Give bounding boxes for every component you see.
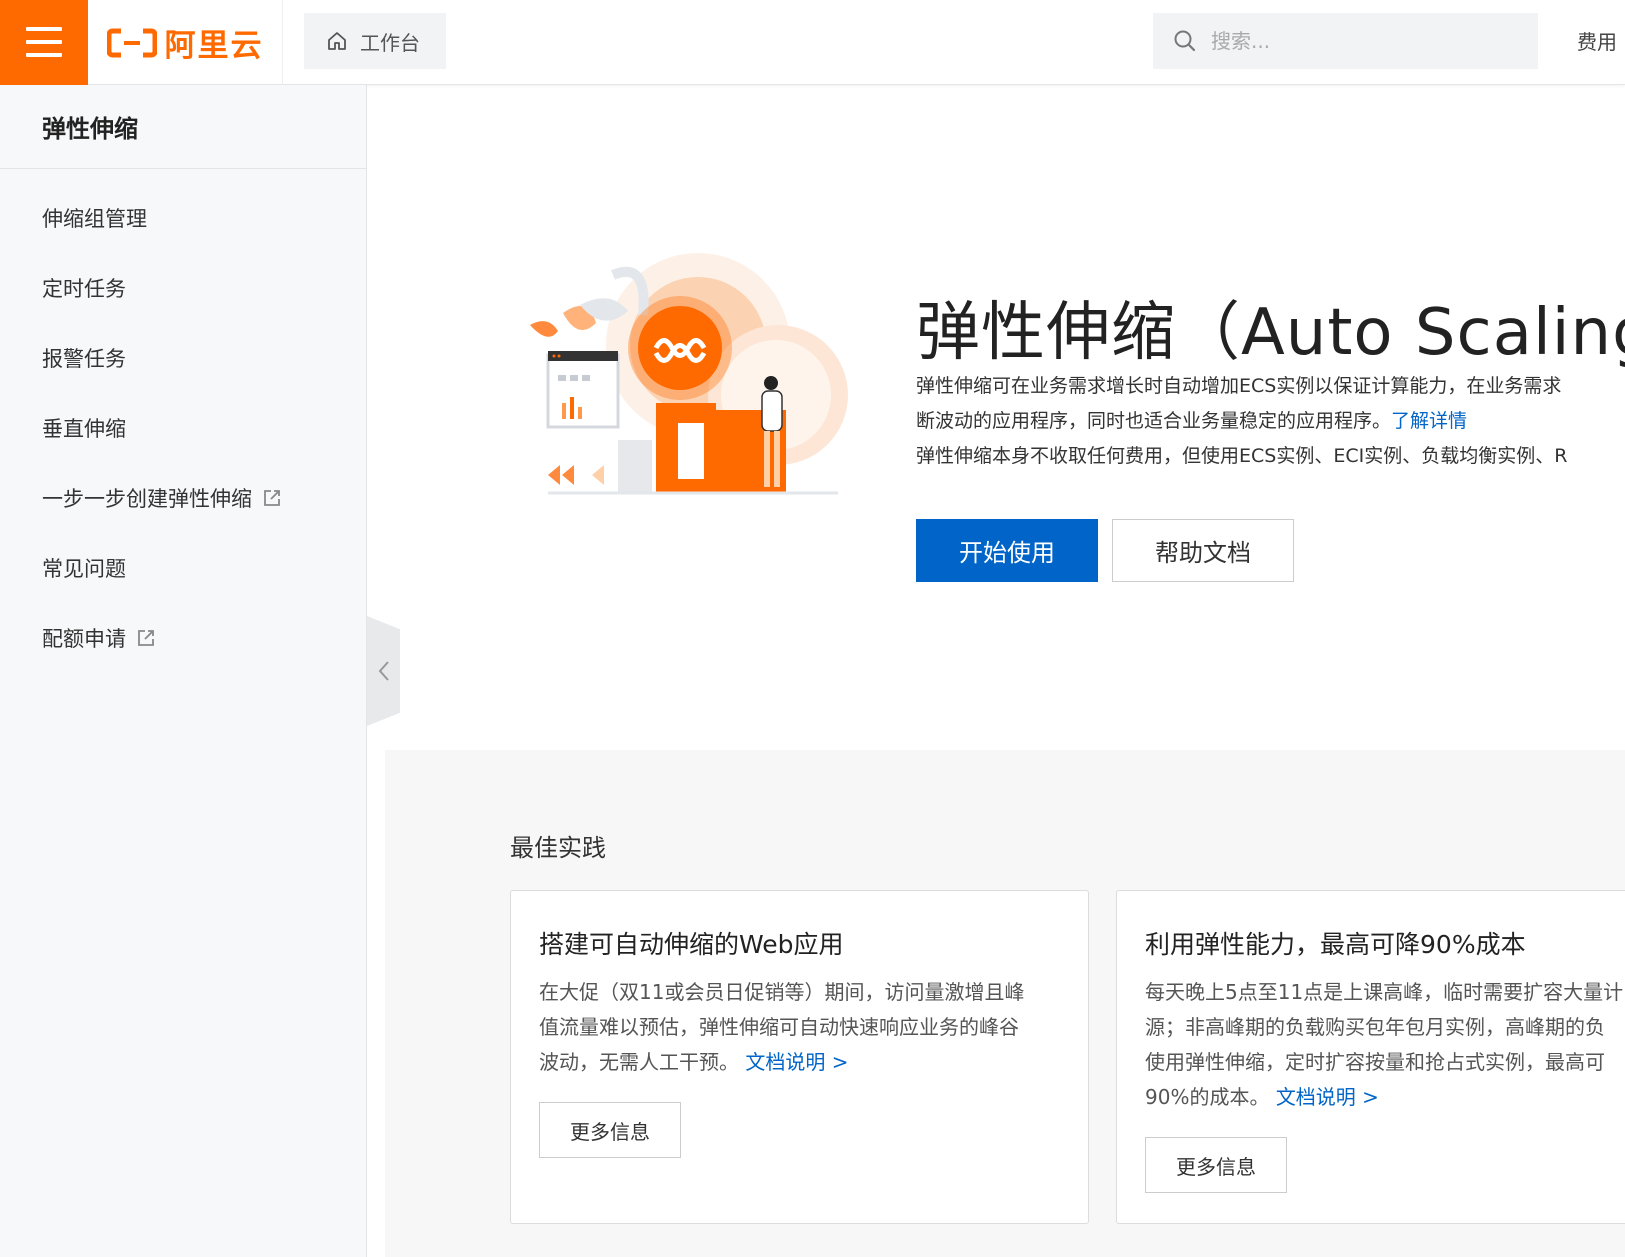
card-text: 90%的成本。: [1145, 1085, 1270, 1109]
card-description: 在大促（双11或会员日促销等）期间，访问量激增且峰 值流量难以预估，弹性伸缩可自…: [539, 975, 1059, 1080]
help-docs-button[interactable]: 帮助文档: [1112, 519, 1294, 582]
sidebar-item-label: 报警任务: [42, 347, 126, 371]
main-content: 弹性伸缩（Auto Scaling） 弹性伸缩可在业务需求增长时自动增加ECS实…: [368, 85, 1625, 1257]
hero-desc-line: 弹性伸缩可在业务需求增长时自动增加ECS实例以保证计算能力，在业务需求: [916, 375, 1562, 397]
sidebar-item-quota-request[interactable]: 配额申请: [0, 603, 366, 673]
auto-scaling-illustration: [530, 253, 848, 495]
external-link-icon: [138, 630, 154, 646]
doc-link[interactable]: 文档说明 >: [1276, 1085, 1379, 1109]
more-info-button[interactable]: 更多信息: [1145, 1137, 1287, 1193]
card-text-line: 源；非高峰期的负载购买包年包月实例，高峰期的负: [1145, 1015, 1605, 1039]
card-description: 每天晚上5点至11点是上课高峰，临时需要扩容大量计 源；非高峰期的负载购买包年包…: [1145, 975, 1625, 1115]
sidebar-item-label: 一步一步创建弹性伸缩: [42, 487, 252, 511]
sidebar-item-label: 垂直伸缩: [42, 417, 126, 441]
fees-menu[interactable]: 费用: [1577, 26, 1617, 55]
sidebar-item-faq[interactable]: 常见问题: [0, 533, 366, 603]
learn-more-link[interactable]: 了解详情: [1391, 410, 1467, 432]
hero-desc-line: 弹性伸缩本身不收取任何费用，但使用ECS实例、ECI实例、负载均衡实例、R: [916, 445, 1568, 467]
global-search[interactable]: [1153, 13, 1538, 69]
card-text-line: 90%的成本。 文档说明 >: [1145, 1080, 1625, 1115]
doc-link[interactable]: 文档说明 >: [745, 1050, 848, 1074]
workbench-label: 工作台: [360, 30, 420, 55]
sidebar-item-label: 定时任务: [42, 277, 126, 301]
card-text-line: 每天晚上5点至11点是上课高峰，临时需要扩容大量计: [1145, 980, 1624, 1004]
workbench-button[interactable]: 工作台: [304, 13, 446, 69]
page-title: 弹性伸缩（Auto Scaling）: [916, 296, 1625, 370]
aliyun-logo[interactable]: 阿里云: [88, 0, 283, 85]
hero-description: 弹性伸缩可在业务需求增长时自动增加ECS实例以保证计算能力，在业务需求 断波动的…: [916, 369, 1625, 474]
card-text-line: 值流量难以预估，弹性伸缩可自动快速响应业务的峰谷: [539, 1015, 1019, 1039]
hero-desc-line: 断波动的应用程序，同时也适合业务量稳定的应用程序。了解详情: [916, 404, 1625, 439]
sidebar-item-label: 配额申请: [42, 627, 126, 651]
card-text: 波动，无需人工干预。: [539, 1050, 739, 1074]
sidebar-item-alarm-task[interactable]: 报警任务: [0, 323, 366, 393]
sidebar-item-vertical-scaling[interactable]: 垂直伸缩: [0, 393, 366, 463]
card-text-line: 在大促（双11或会员日促销等）期间，访问量激增且峰: [539, 980, 1025, 1004]
hamburger-menu-button[interactable]: [0, 0, 88, 85]
aliyun-logo-icon: [106, 28, 157, 57]
practice-card-web-app: 搭建可自动伸缩的Web应用 在大促（双11或会员日促销等）期间，访问量激增且峰 …: [510, 890, 1089, 1224]
home-icon: [328, 32, 346, 50]
more-info-button[interactable]: 更多信息: [539, 1102, 681, 1158]
section-title: 最佳实践: [510, 834, 606, 862]
search-icon: [1174, 30, 1196, 52]
hero-desc-text: 断波动的应用程序，同时也适合业务量稳定的应用程序。: [916, 410, 1392, 432]
sidebar-item-label: 伸缩组管理: [42, 207, 147, 231]
sidebar-menu: 伸缩组管理 定时任务 报警任务 垂直伸缩 一步一步创建弹性伸缩 常见问题 配额申…: [0, 169, 366, 673]
card-title: 搭建可自动伸缩的Web应用: [539, 930, 844, 959]
search-input[interactable]: [1211, 29, 1511, 53]
card-text-line: 使用弹性伸缩，定时扩容按量和抢占式实例，最高可: [1145, 1050, 1605, 1074]
get-started-button[interactable]: 开始使用: [916, 519, 1098, 582]
sidebar-item-scheduled-task[interactable]: 定时任务: [0, 253, 366, 323]
best-practices-section: 最佳实践 搭建可自动伸缩的Web应用 在大促（双11或会员日促销等）期间，访问量…: [385, 750, 1625, 1257]
sidebar-item-step-by-step[interactable]: 一步一步创建弹性伸缩: [0, 463, 366, 533]
sidebar-title: 弹性伸缩: [0, 85, 366, 169]
external-link-icon: [264, 490, 280, 506]
logo-text: 阿里云: [164, 28, 264, 64]
sidebar-item-scaling-group[interactable]: 伸缩组管理: [0, 183, 366, 253]
sidebar: 弹性伸缩 伸缩组管理 定时任务 报警任务 垂直伸缩 一步一步创建弹性伸缩 常见问…: [0, 85, 367, 1257]
card-text-line: 波动，无需人工干预。 文档说明 >: [539, 1045, 1059, 1080]
sidebar-item-label: 常见问题: [42, 557, 126, 581]
top-navigation-bar: 阿里云 工作台 费用: [0, 0, 1625, 85]
card-title: 利用弹性能力，最高可降90%成本: [1145, 930, 1526, 959]
practice-card-cost-saving: 利用弹性能力，最高可降90%成本 每天晚上5点至11点是上课高峰，临时需要扩容大…: [1116, 890, 1625, 1224]
